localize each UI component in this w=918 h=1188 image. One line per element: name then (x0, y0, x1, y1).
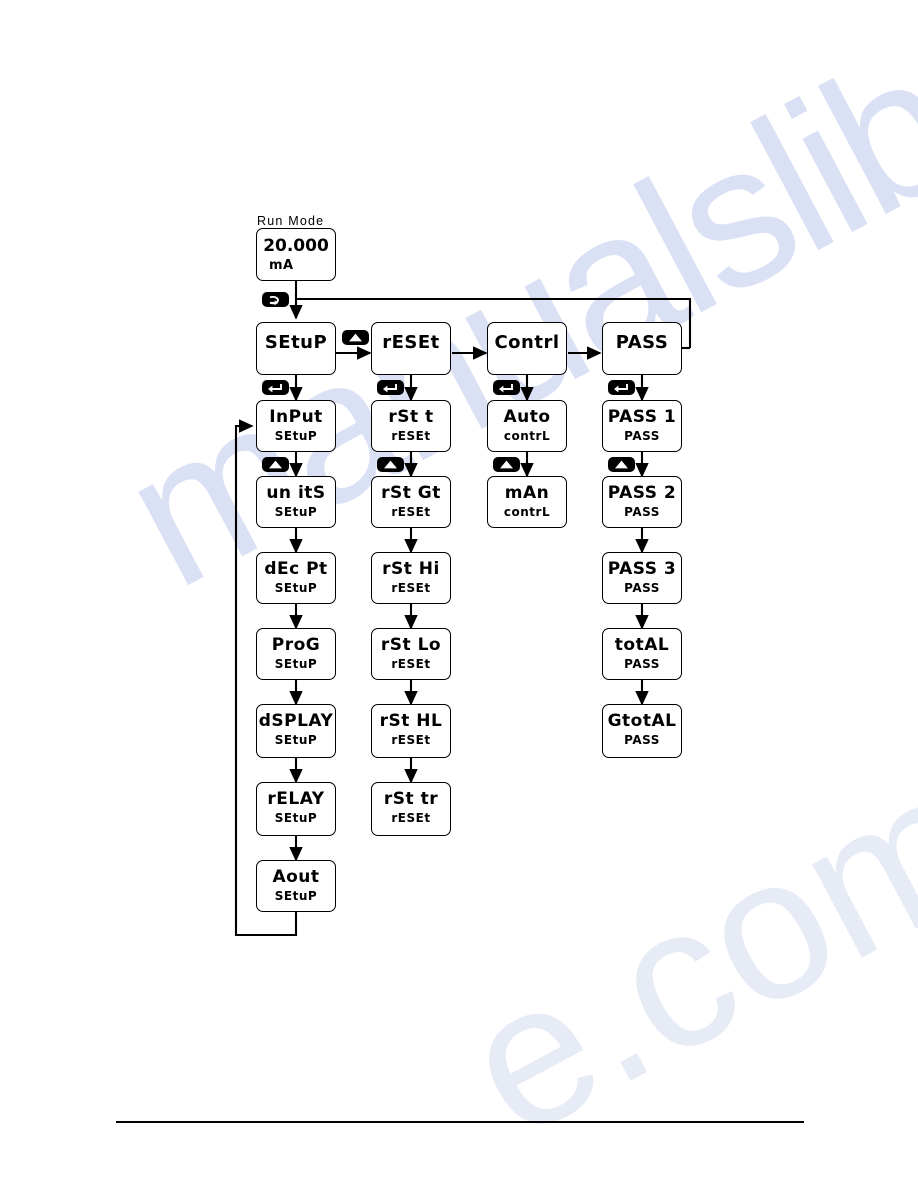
node-menu-reset[interactable]: rESEt (371, 322, 451, 375)
menu-head-label: SEtuP (264, 332, 328, 353)
item-label-secondary: SEtuP (274, 505, 318, 519)
item-label-secondary: SEtuP (274, 429, 318, 443)
item-label-secondary: PASS (624, 581, 660, 595)
item-label-primary: Aout (272, 867, 320, 887)
node-setup-units[interactable]: un itS SEtuP (256, 476, 336, 528)
item-label-primary: rSt Lo (380, 635, 442, 655)
up-arrow-key-icon-head[interactable] (342, 330, 369, 345)
item-label-primary: PASS 2 (607, 483, 677, 503)
item-label-secondary: PASS (624, 657, 660, 671)
item-label-secondary: rESEt (391, 505, 431, 519)
run-mode-value: 20.000 (263, 236, 329, 256)
item-label-secondary: PASS (624, 429, 660, 443)
menu-head-label: Contrl (494, 332, 560, 353)
node-menu-contrl[interactable]: Contrl (487, 322, 567, 375)
menu-head-label: PASS (615, 332, 669, 353)
item-label-primary: rSt Gt (381, 483, 441, 503)
node-reset-hi[interactable]: rSt Hi rESEt (371, 552, 451, 604)
node-menu-pass[interactable]: PASS (602, 322, 682, 375)
run-mode-caption: Run Mode (257, 214, 325, 228)
node-pass-2[interactable]: PASS 2 PASS (602, 476, 682, 528)
up-arrow-key-icon-contrl[interactable] (493, 457, 520, 472)
item-label-secondary: SEtuP (274, 733, 318, 747)
item-label-secondary: PASS (624, 505, 660, 519)
node-contrl-auto[interactable]: Auto contrL (487, 400, 567, 452)
item-label-secondary: contrL (503, 429, 551, 443)
item-label-secondary: rESEt (391, 657, 431, 671)
item-label-primary: dSPLAY (258, 711, 334, 731)
node-setup-display[interactable]: dSPLAY SEtuP (256, 704, 336, 758)
item-label-primary: rSt HL (379, 711, 443, 731)
item-label-secondary: contrL (503, 505, 551, 519)
item-label-secondary: SEtuP (274, 581, 318, 595)
menu-head-label: rESEt (382, 332, 440, 353)
item-label-primary: ProG (271, 635, 321, 655)
node-reset-hl[interactable]: rSt HL rESEt (371, 704, 451, 758)
item-label-secondary: rESEt (391, 581, 431, 595)
connector-lines (234, 281, 692, 937)
node-pass-grand-total[interactable]: GtotAL PASS (602, 704, 682, 758)
node-run-mode[interactable]: 20.000 mA (256, 228, 336, 281)
item-label-primary: un itS (266, 483, 326, 503)
item-label-primary: Auto (503, 407, 551, 427)
item-label-primary: rSt tr (383, 789, 439, 809)
item-label-secondary: PASS (624, 733, 660, 747)
footer-divider (116, 1121, 804, 1124)
node-contrl-manual[interactable]: mAn contrL (487, 476, 567, 528)
item-label-primary: PASS 3 (607, 559, 677, 579)
enter-key-icon-pass[interactable] (608, 380, 635, 395)
up-arrow-key-icon-reset[interactable] (377, 457, 404, 472)
item-label-secondary: rESEt (391, 429, 431, 443)
item-label-primary: totAL (614, 635, 670, 655)
item-label-secondary: rESEt (391, 733, 431, 747)
loop-key-icon[interactable] (262, 292, 289, 307)
node-menu-setup[interactable]: SEtuP (256, 322, 336, 375)
item-label-primary: mAn (504, 483, 550, 503)
enter-key-icon-contrl[interactable] (493, 380, 520, 395)
node-reset-t[interactable]: rSt t rESEt (371, 400, 451, 452)
item-label-primary: InPut (269, 407, 323, 427)
node-setup-input[interactable]: InPut SEtuP (256, 400, 336, 452)
item-label-primary: PASS 1 (607, 407, 677, 427)
up-arrow-key-icon-pass[interactable] (608, 457, 635, 472)
menu-flowchart: Run Mode 20.000 mA SEtuP rESEt Contrl PA… (0, 0, 918, 1188)
enter-key-icon-setup[interactable] (262, 380, 289, 395)
up-arrow-key-icon-setup[interactable] (262, 457, 289, 472)
item-label-primary: GtotAL (607, 711, 677, 731)
node-reset-gt[interactable]: rSt Gt rESEt (371, 476, 451, 528)
node-pass-3[interactable]: PASS 3 PASS (602, 552, 682, 604)
item-label-primary: dEc Pt (264, 559, 328, 579)
enter-key-icon-reset[interactable] (377, 380, 404, 395)
node-reset-tr[interactable]: rSt tr rESEt (371, 782, 451, 836)
item-label-secondary: SEtuP (274, 657, 318, 671)
node-setup-analog-out[interactable]: Aout SEtuP (256, 860, 336, 912)
item-label-primary: rSt Hi (382, 559, 440, 579)
node-setup-relay[interactable]: rELAY SEtuP (256, 782, 336, 836)
item-label-secondary: SEtuP (274, 889, 318, 903)
item-label-secondary: SEtuP (274, 811, 318, 825)
run-mode-units: mA (269, 258, 294, 273)
item-label-primary: rELAY (267, 789, 325, 809)
node-setup-decimal-point[interactable]: dEc Pt SEtuP (256, 552, 336, 604)
node-pass-1[interactable]: PASS 1 PASS (602, 400, 682, 452)
node-setup-prog[interactable]: ProG SEtuP (256, 628, 336, 680)
node-pass-total[interactable]: totAL PASS (602, 628, 682, 680)
item-label-primary: rSt t (388, 407, 434, 427)
item-label-secondary: rESEt (391, 811, 431, 825)
node-reset-lo[interactable]: rSt Lo rESEt (371, 628, 451, 680)
